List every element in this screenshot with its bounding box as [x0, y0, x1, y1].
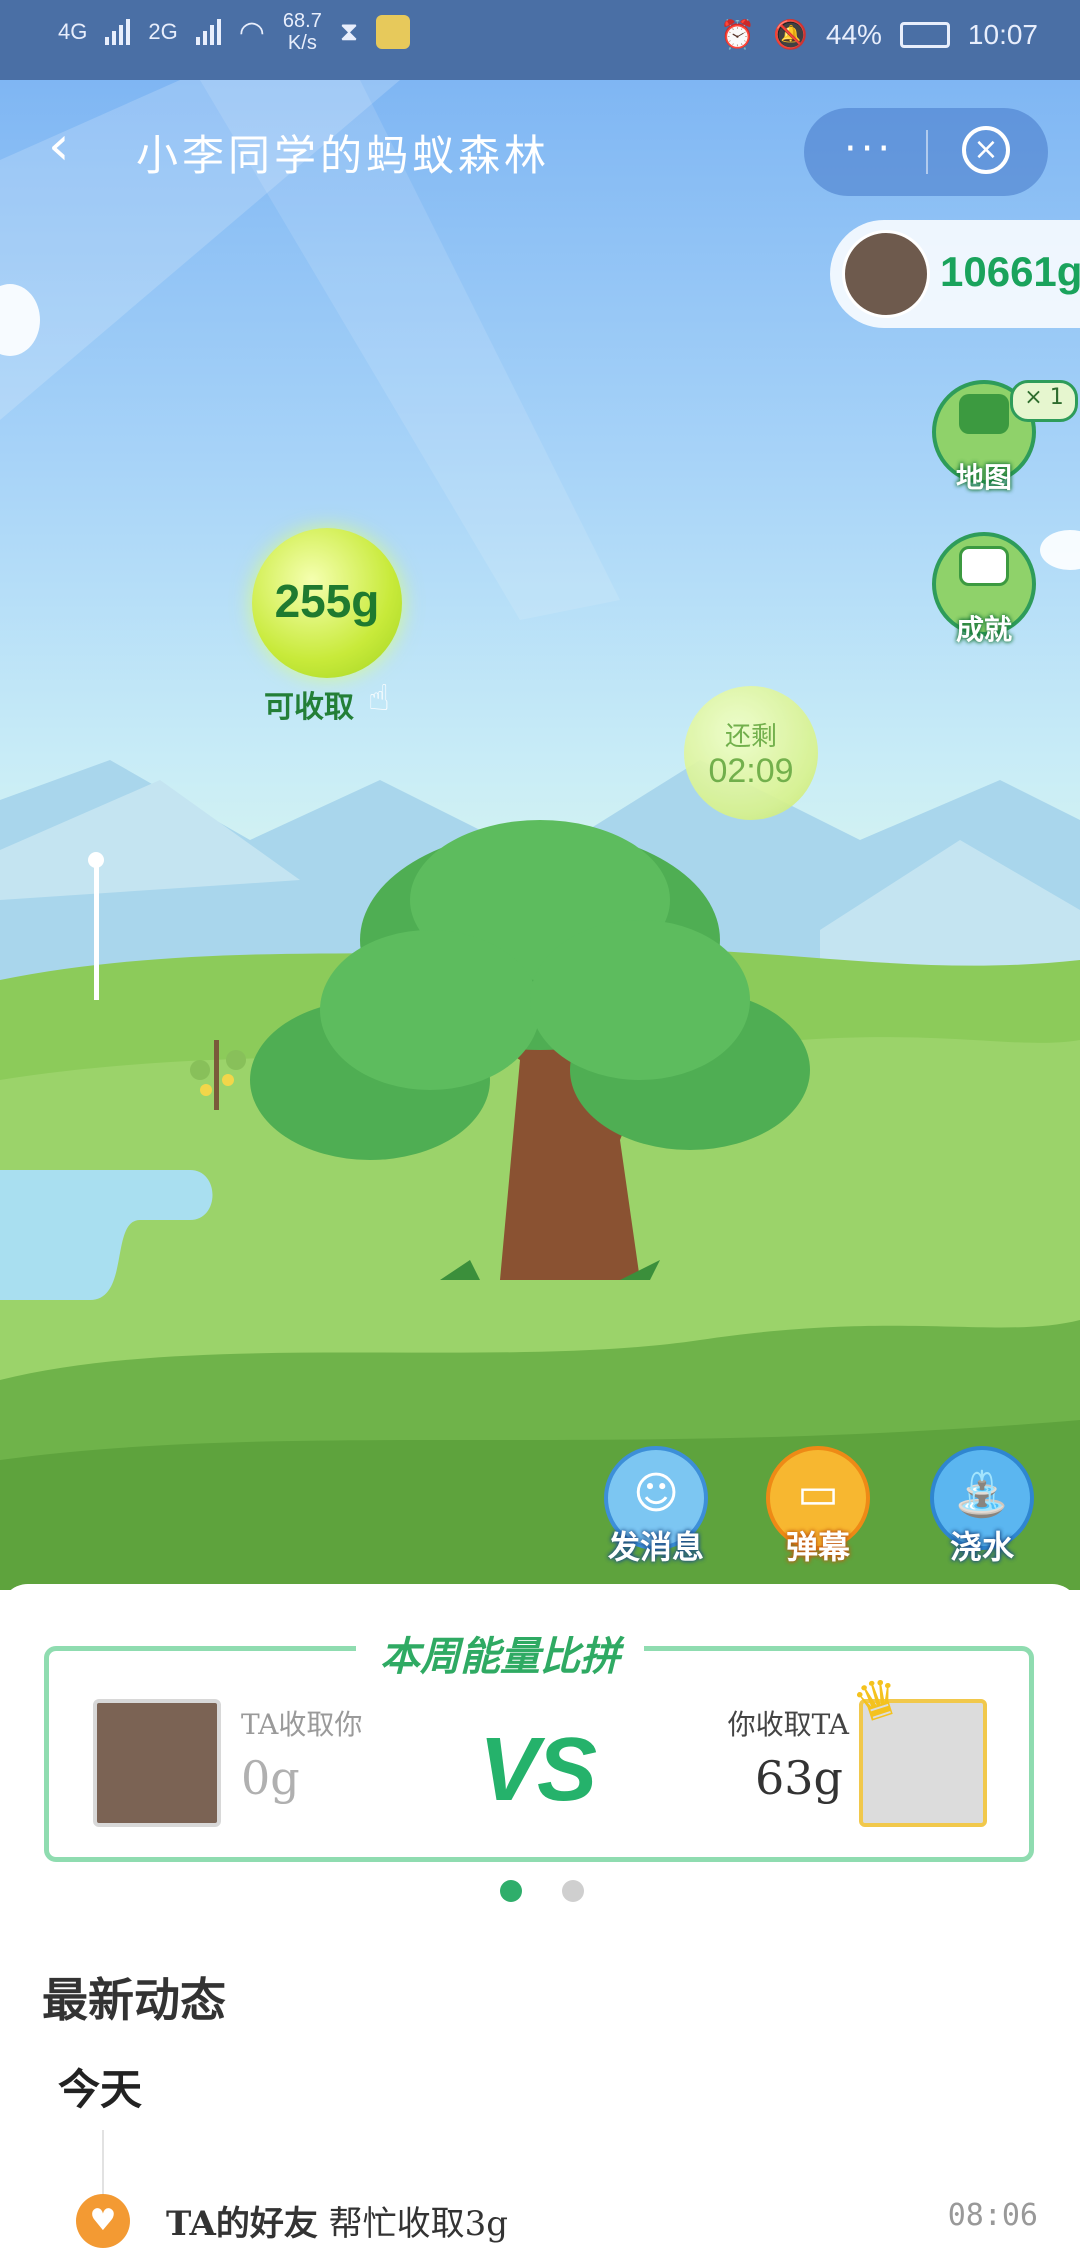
- battery-percent: 44%: [825, 18, 882, 50]
- energy-total: 10661g: [940, 248, 1080, 295]
- speed-unit: K/s: [287, 32, 317, 54]
- feed-item-time: 08:06: [947, 2198, 1038, 2233]
- signal-icon: [105, 19, 131, 45]
- net-left-label: 4G: [58, 19, 88, 44]
- chat-bubble-icon: ☺: [633, 1468, 679, 1519]
- energy-bubble-ripe[interactable]: 255g: [252, 528, 402, 678]
- feed-item-action: 帮忙收取3g: [328, 2204, 509, 2244]
- send-message-button[interactable]: ☺ 发消息: [604, 1446, 708, 1566]
- mini-program-capsule: ··· ×: [804, 108, 1048, 196]
- pager-dot[interactable]: [562, 1880, 584, 1902]
- back-button[interactable]: ‹: [48, 119, 84, 173]
- barrage-label: 弹幕: [785, 1528, 850, 1566]
- friend-avatar: [93, 1699, 221, 1827]
- send-message-label: 发消息: [607, 1528, 704, 1566]
- wifi-icon: ◠: [238, 15, 265, 49]
- ta-collect-you-value: 0g: [241, 1751, 300, 1805]
- hand-pointer-icon: ☝: [368, 678, 390, 719]
- achievement-label: 成就: [955, 613, 1012, 646]
- barrage-icon: ▭: [797, 1468, 839, 1519]
- energy-total-pill[interactable]: 10661g: [830, 220, 1080, 328]
- close-icon[interactable]: ×: [962, 126, 1010, 174]
- app-notification-icon: [376, 15, 411, 49]
- feed-item-actor: TA的好友: [166, 2204, 318, 2244]
- you-collect-ta-value: 63g: [755, 1751, 843, 1805]
- map-label: 地图: [955, 461, 1012, 494]
- battery-icon: [899, 21, 950, 48]
- watering-can-icon: ⛲: [954, 1469, 1010, 1520]
- info-panel: TA收取你 0g VS 你收取TA 63g ♛ 本周能量比拼 最新动态 今天 ♥…: [0, 1584, 1080, 2248]
- water-label: 浇水: [949, 1528, 1014, 1566]
- clock: 10:07: [967, 18, 1038, 50]
- more-button[interactable]: ···: [844, 126, 894, 172]
- alarm-icon: ⏰: [720, 19, 755, 50]
- pending-label: 还剩: [724, 722, 777, 752]
- feed-item-text[interactable]: TA的好友 帮忙收取3g: [166, 2196, 508, 2245]
- avatar: [842, 230, 930, 318]
- you-collect-ta-label: 你收取TA: [727, 1708, 849, 1741]
- pk-title: 本周能量比拼: [356, 1624, 644, 1682]
- status-right: ⏰ 🔕 44% 10:07: [720, 18, 1038, 51]
- speed-value: 68.7: [282, 10, 322, 32]
- feed-section-title: 最新动态: [42, 1973, 226, 2027]
- pager-dots: [500, 1880, 584, 1902]
- hourglass-icon: ⧗: [339, 16, 359, 46]
- achievement-button[interactable]: 成就: [932, 532, 1036, 646]
- status-bar: 4G 2G ◠ 68.7 K/s ⧗ ⏰ 🔕 44% 10:07: [0, 0, 1080, 80]
- network-speed: 68.7 K/s: [283, 10, 322, 54]
- capsule-divider: [926, 130, 928, 174]
- page-title: 小李同学的蚂蚁森林: [136, 131, 551, 180]
- ta-collect-you-label: TA收取你: [241, 1708, 363, 1741]
- energy-bubble-pending[interactable]: 还剩 02:09: [684, 686, 818, 820]
- mute-icon: 🔕: [773, 19, 808, 50]
- barrage-button[interactable]: ▭ 弹幕: [766, 1446, 870, 1566]
- signal-icon-2: [195, 19, 221, 45]
- forest-scene: ‹ 小李同学的蚂蚁森林 ··· × 10661g 地图 × 1 成就 255g …: [0, 80, 1080, 1590]
- status-left: 4G 2G ◠ 68.7 K/s ⧗: [58, 10, 411, 54]
- map-badge: × 1: [1010, 380, 1078, 422]
- water-button[interactable]: ⛲ 浇水: [930, 1446, 1034, 1566]
- vs-mark: VS: [479, 1720, 597, 1820]
- heart-hand-icon: ♥: [76, 2194, 130, 2248]
- certificate-icon: [959, 546, 1009, 586]
- net-right-label: 2G: [148, 19, 178, 44]
- pending-time: 02:09: [708, 752, 794, 790]
- ripe-energy-value: 255g: [274, 575, 380, 627]
- collect-hint: 可收取: [264, 690, 354, 725]
- tree-icon: [959, 394, 1009, 434]
- feed-day-label: 今天: [58, 2065, 143, 2114]
- pager-dot-active[interactable]: [500, 1880, 522, 1902]
